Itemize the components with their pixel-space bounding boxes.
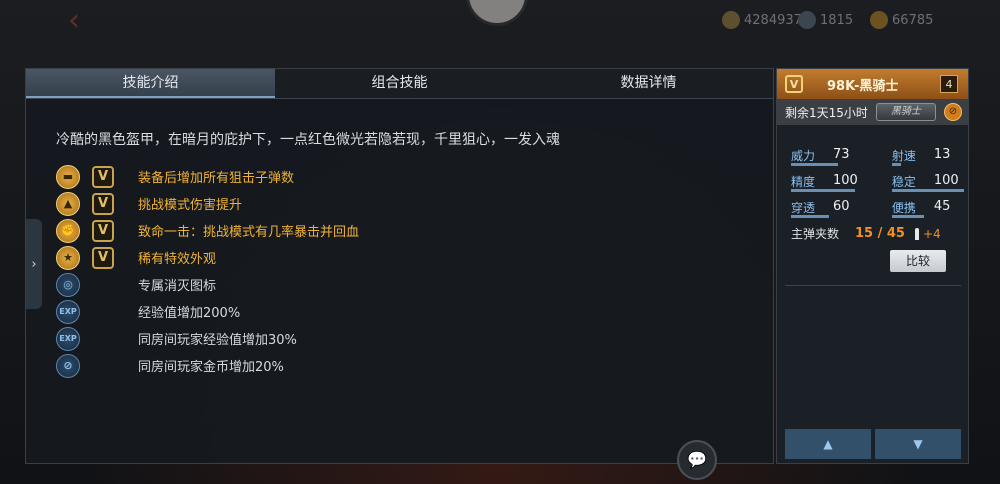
weapon-stats: 威力 73 射速 13 精度 100 稳定 100 穿透 60 便携 45 — [791, 145, 967, 223]
vip-badge-icon: V — [92, 165, 114, 188]
rank-tag: 黑骑士 — [875, 103, 936, 121]
stat-label: 精度 — [791, 175, 816, 189]
scroll-down-button[interactable]: ▼ — [875, 429, 961, 459]
coin-value: 4284937 — [744, 12, 802, 28]
stat-bar — [791, 215, 829, 218]
stat-value: 60 — [833, 199, 850, 214]
stat-label: 穿透 — [791, 201, 816, 215]
weapon-subheader: 剩余1天15小时 黑骑士 ⊘ — [777, 99, 968, 125]
ammo-bonus: +4 — [922, 226, 941, 241]
chat-icon[interactable]: 💬 — [677, 440, 717, 480]
coin-counter: 4284937 — [722, 10, 802, 30]
stat-bar — [791, 189, 855, 192]
coin-icon: ⊘ — [56, 353, 80, 378]
tab-combo-skills[interactable]: 组合技能 — [275, 69, 524, 98]
skill-row: ⊘ 同房间玩家金币增加20% — [56, 352, 656, 379]
skill-row: ★ V 稀有特效外观 — [56, 244, 656, 271]
stat-cell: 精度 100 — [791, 171, 892, 197]
skill-text: 致命一击：挑战模式有几率暴击并回血 — [138, 225, 360, 240]
tab-bar: 技能介绍 组合技能 数据详情 — [26, 69, 773, 99]
skill-row: ✊ V 致命一击：挑战模式有几率暴击并回血 — [56, 217, 656, 244]
skill-row: ◎ 专属消灭图标 — [56, 271, 656, 298]
ammo-label: 主弹夹数 — [791, 227, 840, 241]
honor-value: 66785 — [892, 12, 934, 28]
stat-cell: 穿透 60 — [791, 197, 892, 223]
fist-icon: ✊ — [56, 218, 80, 243]
exp-icon: EXP — [56, 299, 80, 324]
avatar[interactable] — [466, 0, 528, 26]
scroll-up-button[interactable]: ▲ — [785, 429, 871, 459]
stat-cell: 射速 13 — [891, 145, 967, 171]
weapon-panel: V 98K-黑骑士 4 剩余1天15小时 黑骑士 ⊘ 威力 73 射速 13 精度 100… — [776, 68, 969, 464]
rank-medal-icon[interactable]: ⊘ — [944, 103, 962, 121]
weapon-name: 98K-黑骑士 — [827, 78, 899, 94]
skill-text: 经验值增加200% — [138, 306, 241, 321]
remaining-time: 剩余1天15小时 — [785, 105, 868, 120]
skill-text: 装备后增加所有狙击子弹数 — [138, 171, 295, 186]
compare-button[interactable]: 比较 — [890, 250, 946, 272]
vip-badge-icon: V — [92, 192, 114, 215]
weapon-description: 冷酷的黑色盔甲，在暗月的庇护下，一点红色微光若隐若现，千里狙心，一发入魂 — [56, 132, 560, 148]
skill-row: EXP 同房间玩家经验值增加30% — [56, 325, 656, 352]
back-arrow-icon[interactable]: ‹ — [44, 4, 104, 38]
vip-badge-icon: V — [92, 246, 114, 269]
stat-bar — [891, 215, 924, 218]
bullet-icon — [914, 227, 919, 240]
star-icon: ★ — [56, 245, 80, 270]
expand-arrow-icon[interactable]: › — [26, 219, 42, 309]
skill-text: 挑战模式伤害提升 — [138, 198, 243, 213]
skill-list: ▬ V 装备后增加所有狙击子弹数 ▲ V 挑战模式伤害提升 ✊ V 致命一击：挑战模式有几率暴击… — [56, 163, 656, 379]
skill-text: 同房间玩家经验值增加30% — [138, 333, 297, 348]
tab-data-details[interactable]: 数据详情 — [524, 69, 773, 98]
skill-row: EXP 经验值增加200% — [56, 298, 656, 325]
stat-value: 45 — [933, 199, 951, 214]
top-bar: ‹ 4284937 1815 66785 — [0, 0, 1000, 42]
honor-counter: 66785 — [870, 10, 933, 30]
divider — [785, 285, 961, 286]
target-icon: ◎ — [56, 272, 80, 297]
skill-row: ▲ V 挑战模式伤害提升 — [56, 190, 656, 217]
stat-row: 威力 73 射速 13 — [791, 145, 967, 171]
vip-badge-icon: V — [785, 75, 803, 93]
stat-value: 100 — [933, 173, 959, 188]
stat-label: 稳定 — [891, 175, 916, 189]
coin-icon — [722, 11, 740, 29]
skill-text: 专属消灭图标 — [138, 279, 217, 294]
stat-label: 便携 — [891, 201, 916, 215]
weapon-header: V 98K-黑骑士 4 — [777, 69, 968, 99]
stat-cell: 便携 45 — [891, 197, 967, 223]
warning-icon: ▲ — [56, 191, 80, 216]
tab-skill-intro[interactable]: 技能介绍 — [26, 69, 275, 98]
ammo-row: 主弹夹数 15 / 45 +4 — [791, 225, 941, 242]
stat-value: 73 — [833, 147, 850, 162]
ammo-value: 15 / 45 — [855, 226, 905, 241]
skill-row: ▬ V 装备后增加所有狙击子弹数 — [56, 163, 656, 190]
skill-text: 稀有特效外观 — [138, 252, 217, 267]
skill-text: 同房间玩家金币增加20% — [138, 360, 284, 375]
stat-value: 100 — [833, 173, 858, 188]
stat-bar — [791, 163, 838, 166]
diamond-counter: 1815 — [798, 10, 853, 30]
exp-icon: EXP — [56, 326, 80, 351]
skill-panel: 技能介绍 组合技能 数据详情 › 冷酷的黑色盔甲，在暗月的庇护下，一点红色微光若… — [25, 68, 774, 464]
stat-cell: 稳定 100 — [891, 171, 967, 197]
stat-row: 穿透 60 便携 45 — [791, 197, 967, 223]
stat-bar — [891, 189, 964, 192]
stat-label: 威力 — [791, 149, 816, 163]
pistol-icon: ▬ — [56, 164, 80, 189]
stat-bar — [891, 163, 901, 166]
weapon-count-badge: 4 — [940, 75, 958, 93]
vip-badge-icon: V — [92, 219, 114, 242]
honor-icon — [870, 11, 888, 29]
diamond-icon — [798, 11, 816, 29]
stat-row: 精度 100 稳定 100 — [791, 171, 967, 197]
stat-cell: 威力 73 — [791, 145, 892, 171]
diamond-value: 1815 — [820, 12, 854, 28]
stat-label: 射速 — [891, 149, 916, 163]
stat-value: 13 — [933, 147, 951, 162]
